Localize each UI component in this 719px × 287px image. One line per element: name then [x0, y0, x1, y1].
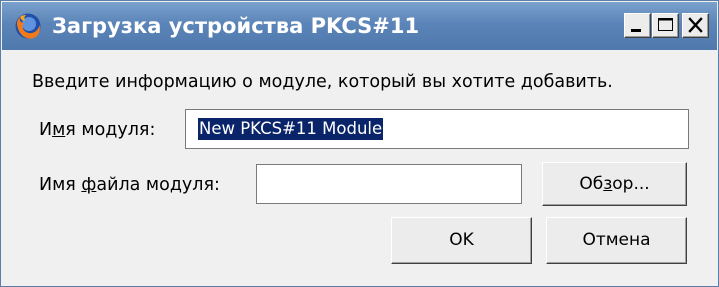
module-name-label-mnemonic: м	[52, 120, 66, 140]
dialog-window: Загрузка устройства PKCS#11 Введите инфо…	[0, 0, 719, 287]
close-icon	[688, 17, 703, 33]
minimize-button[interactable]	[624, 13, 651, 38]
instruction-text: Введите информацию о модуле, который вы …	[32, 72, 613, 92]
module-file-label: Имя файла модуля:	[39, 175, 220, 195]
title-bar[interactable]: Загрузка устройства PKCS#11	[2, 2, 717, 50]
module-name-label-suffix: я модуля:	[65, 120, 156, 140]
module-name-label: Имя модуля:	[39, 120, 155, 140]
browse-label-suffix: ор...	[612, 174, 650, 194]
module-name-value: New PKCS#11 Module	[198, 118, 384, 140]
ok-button[interactable]: OK	[391, 217, 532, 264]
browse-label-prefix: Об	[579, 174, 604, 194]
module-name-input[interactable]: New PKCS#11 Module	[185, 109, 689, 149]
close-button[interactable]	[682, 13, 709, 38]
module-file-input[interactable]	[256, 164, 522, 204]
cancel-button[interactable]: Отмена	[546, 217, 687, 264]
maximize-button[interactable]	[652, 13, 679, 38]
minimize-icon	[631, 29, 641, 32]
window-title: Загрузка устройства PKCS#11	[52, 14, 420, 38]
module-file-label-prefix: Имя	[39, 175, 82, 195]
module-file-label-mnemonic: ф	[81, 175, 97, 195]
module-name-label-prefix: И	[39, 120, 53, 140]
maximize-icon	[658, 18, 673, 31]
module-file-label-suffix: айла модуля:	[96, 175, 220, 195]
browse-button[interactable]: Обзор...	[542, 162, 687, 206]
firefox-icon	[14, 12, 42, 40]
dialog-body: Введите информацию о модуле, который вы …	[2, 50, 717, 286]
browse-label-mnemonic: з	[603, 174, 613, 194]
